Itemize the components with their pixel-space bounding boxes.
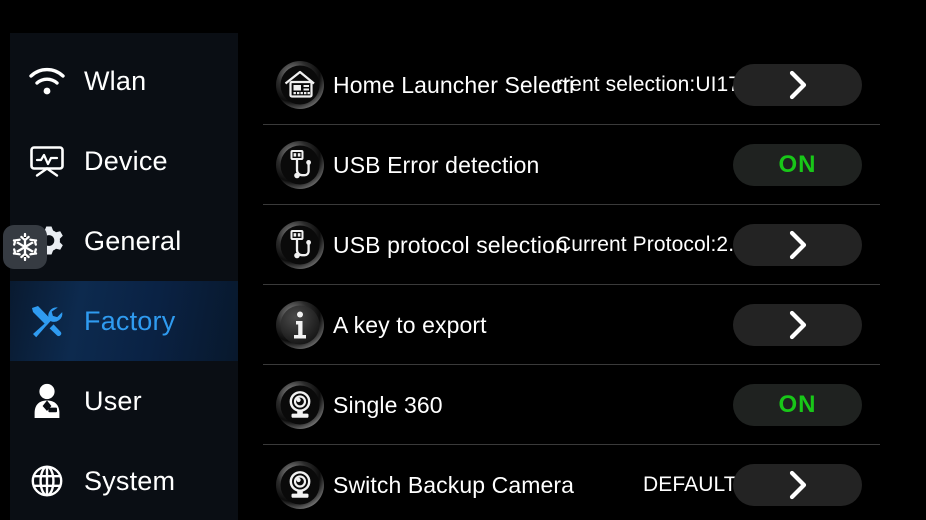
toggle-state-label: ON <box>778 391 817 418</box>
tools-icon <box>10 281 84 361</box>
sidebar-item-label: Factory <box>84 305 176 336</box>
list-item[interactable]: USB Error detection ON <box>238 125 926 205</box>
chevron-right-icon <box>789 470 806 500</box>
list-item[interactable]: Switch Backup Camera DEFAULT <box>238 445 926 520</box>
sidebar-item-label: Wlan <box>84 65 147 96</box>
snowflake-icon <box>12 232 38 262</box>
list-item-label: A key to export <box>333 311 487 338</box>
chevron-button[interactable] <box>733 64 862 106</box>
wifi-icon <box>10 41 84 121</box>
monitor-pulse-icon <box>10 121 84 201</box>
sidebar-item-label: System <box>84 465 176 496</box>
list-item[interactable]: Home Launcher Selecti rrent selection:UI… <box>238 45 926 125</box>
camera-icon <box>274 459 326 511</box>
sidebar-item-device[interactable]: Device <box>10 121 238 201</box>
toggle-state-label: ON <box>778 151 817 178</box>
user-tie-icon <box>10 361 84 441</box>
sidebar-item-factory[interactable]: Factory <box>10 281 238 361</box>
chevron-right-icon <box>789 310 806 340</box>
settings-list: Home Launcher Selecti rrent selection:UI… <box>238 33 926 520</box>
info-icon <box>274 299 326 351</box>
camera-icon <box>274 379 326 431</box>
toggle-button[interactable]: ON <box>733 384 862 426</box>
sidebar-item-label: User <box>84 385 142 416</box>
sidebar-nav: Wlan Device General Factory User System <box>10 33 238 520</box>
list-item[interactable]: A key to export <box>238 285 926 365</box>
list-item[interactable]: Single 360 ON <box>238 365 926 445</box>
sidebar-item-label: General <box>84 225 182 256</box>
list-item-label: Single 360 <box>333 391 443 418</box>
settings-screen: Wlan Device General Factory User System … <box>0 0 926 520</box>
chevron-button[interactable] <box>733 464 862 506</box>
list-item-label: USB protocol selection <box>333 231 568 258</box>
sidebar-item-user[interactable]: User <box>10 361 238 441</box>
sidebar-item-system[interactable]: System <box>10 441 238 520</box>
toggle-button[interactable]: ON <box>733 144 862 186</box>
list-item-value: rrent selection:UI17 <box>556 73 741 96</box>
sidebar-item-label: Device <box>84 145 168 176</box>
globe-icon <box>10 441 84 520</box>
home-screen-icon <box>274 59 326 111</box>
chevron-right-icon <box>789 70 806 100</box>
chevron-button[interactable] <box>733 304 862 346</box>
list-item-label: Switch Backup Camera <box>333 471 575 498</box>
list-item[interactable]: USB protocol selection Current Protocol:… <box>238 205 926 285</box>
list-item-value: DEFAULT <box>643 473 737 496</box>
chevron-button[interactable] <box>733 224 862 266</box>
snowflake-overlay-button[interactable] <box>3 225 47 269</box>
list-item-label: Home Launcher Selecti <box>333 71 575 98</box>
chevron-right-icon <box>789 230 806 260</box>
list-item-value: Current Protocol:2.0 <box>556 233 746 256</box>
usb-icon <box>274 219 326 271</box>
list-item-label: USB Error detection <box>333 151 540 178</box>
sidebar-item-wlan[interactable]: Wlan <box>10 41 238 121</box>
usb-icon <box>274 139 326 191</box>
